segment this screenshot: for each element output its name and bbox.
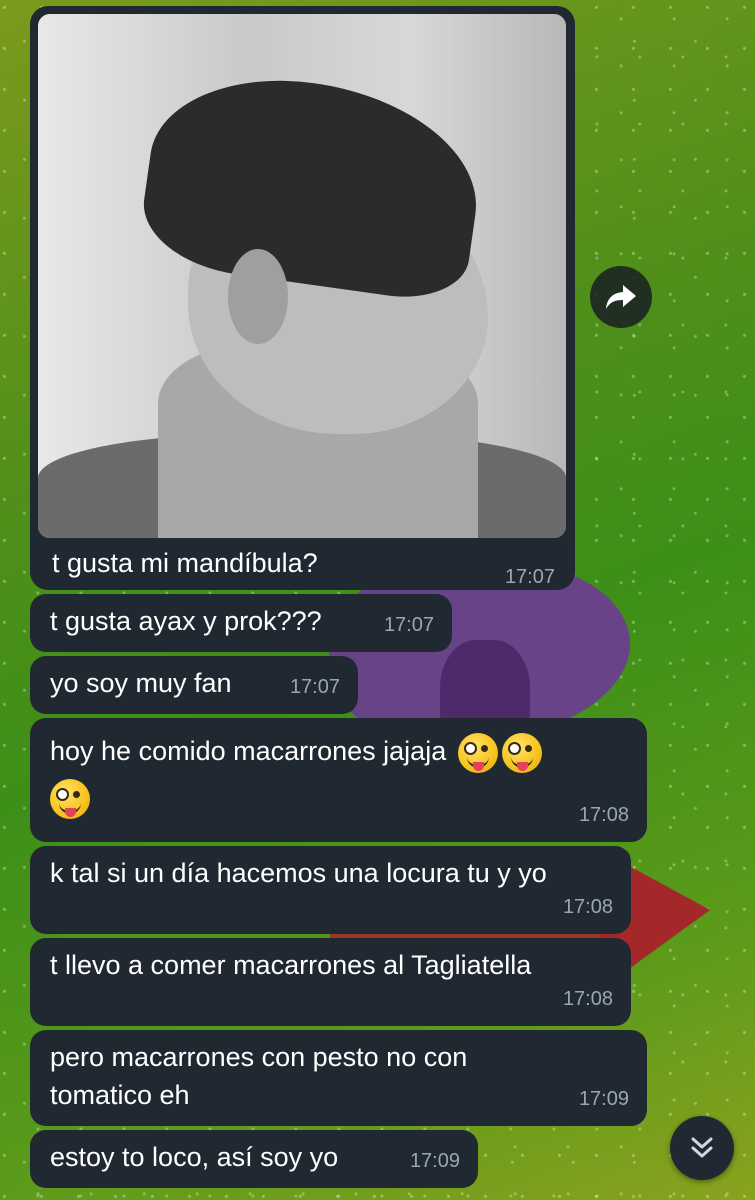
forward-arrow-icon xyxy=(606,285,636,309)
message-text: t gusta ayax y prok??? xyxy=(50,606,322,636)
double-chevron-down-icon xyxy=(691,1137,713,1158)
message-bubble[interactable]: t gusta ayax y prok??? 17:07 xyxy=(30,594,452,652)
message-bubble[interactable]: t llevo a comer macarrones al Tagliatell… xyxy=(30,938,631,1026)
scroll-to-bottom-button[interactable] xyxy=(670,1116,734,1180)
message-bubble[interactable]: pero macarrones con pesto no con tomatico… xyxy=(30,1030,647,1126)
message-time: 17:08 xyxy=(578,804,629,826)
message-time: 17:09 xyxy=(409,1150,460,1172)
message-bubble[interactable]: k tal si un día hacemos una locura tu y … xyxy=(30,846,631,934)
message-text: t gusta mi mandíbula? xyxy=(52,548,318,578)
message-text: k tal si un día hacemos una locura tu y … xyxy=(50,858,547,888)
message-time: 17:07 xyxy=(383,614,434,636)
profile-photo[interactable] xyxy=(38,14,566,538)
forward-button[interactable] xyxy=(590,266,652,328)
message-text: estoy to loco, así soy yo xyxy=(50,1142,339,1172)
message-time: 17:08 xyxy=(562,988,613,1010)
photo-message[interactable]: t gusta mi mandíbula? 17:07 xyxy=(30,6,575,590)
message-text: hoy he comido macarrones jajaja xyxy=(50,732,627,819)
message-bubble[interactable]: hoy he comido macarrones jajaja 17:08 xyxy=(30,718,647,842)
message-time: 17:07 xyxy=(504,566,555,588)
message-time: 17:07 xyxy=(289,676,340,698)
message-time: 17:08 xyxy=(562,896,613,918)
message-text: t llevo a comer macarrones al Tagliatell… xyxy=(50,950,532,980)
message-bubble[interactable]: estoy to loco, así soy yo 17:09 xyxy=(30,1130,478,1188)
zany-face-emoji xyxy=(501,732,542,773)
message-bubble[interactable]: yo soy muy fan 17:07 xyxy=(30,656,358,714)
message-text: pero macarrones con pesto no con tomatico… xyxy=(50,1042,468,1110)
message-time: 17:09 xyxy=(578,1088,629,1110)
zany-face-emoji xyxy=(457,732,498,773)
zany-face-emoji xyxy=(50,778,90,819)
